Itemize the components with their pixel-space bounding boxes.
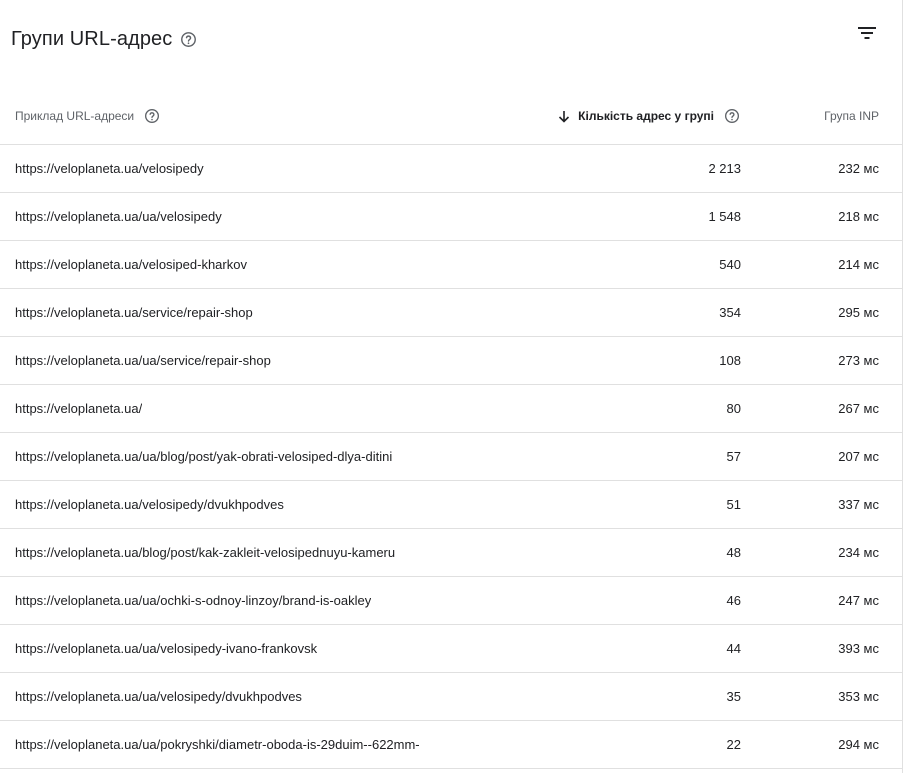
count-cell: 1 548 <box>708 209 741 224</box>
inp-cell: 337 мс <box>838 497 879 512</box>
column-header-url: Приклад URL-адреси <box>15 88 160 144</box>
table-row[interactable]: https://veloplaneta.ua/ua/service/repair… <box>0 337 903 385</box>
help-circle-icon[interactable] <box>724 108 740 124</box>
url-cell: https://veloplaneta.ua/blog/post/kak-zak… <box>15 545 396 560</box>
url-cell: https://veloplaneta.ua/velosipedy <box>15 161 204 176</box>
table-row[interactable]: https://veloplaneta.ua/service/repair-sh… <box>0 289 903 337</box>
count-cell: 46 <box>726 593 741 608</box>
inp-cell: 294 мс <box>838 737 879 752</box>
url-groups-card: Групи URL-адрес Приклад URL-адреси Кільк… <box>0 0 903 773</box>
table-row[interactable]: https://veloplaneta.ua/velosipedy/dvukhp… <box>0 481 903 529</box>
table-row[interactable]: https://veloplaneta.ua/velosipedy 2 213 … <box>0 145 903 193</box>
url-cell: https://veloplaneta.ua/ua/velosipedy <box>15 209 222 224</box>
table-row[interactable]: https://veloplaneta.ua/ua/velosipedy 1 5… <box>0 193 903 241</box>
inp-cell: 273 мс <box>838 353 879 368</box>
column-header-label: Приклад URL-адреси <box>15 109 135 123</box>
url-cell: https://veloplaneta.ua/ua/blog/post/yak-… <box>15 449 393 464</box>
count-cell: 540 <box>719 257 741 272</box>
table-row[interactable]: https://veloplaneta.ua/ua/pokryshki/diam… <box>0 721 903 769</box>
inp-cell: 247 мс <box>838 593 879 608</box>
column-header-label: Кількість адрес у групі <box>578 109 714 123</box>
table-row[interactable]: https://veloplaneta.ua/ua/blog/post/yak-… <box>0 433 903 481</box>
url-cell: https://veloplaneta.ua/ua/velosipedy/dvu… <box>15 689 302 704</box>
arrow-down-icon <box>558 110 570 123</box>
table-row[interactable]: https://veloplaneta.ua/blog/post/kak-zak… <box>0 529 903 577</box>
url-cell: https://veloplaneta.ua/velosipedy/dvukhp… <box>15 497 284 512</box>
filter-list-icon <box>857 25 877 46</box>
table-row[interactable]: https://veloplaneta.ua/velosiped-kharkov… <box>0 241 903 289</box>
url-cell: https://veloplaneta.ua/ua/pokryshki/diam… <box>15 737 420 752</box>
url-groups-table: Приклад URL-адреси Кількість адрес у гру… <box>0 88 903 769</box>
inp-cell: 207 мс <box>838 449 879 464</box>
url-cell: https://veloplaneta.ua/velosiped-kharkov <box>15 257 247 272</box>
card-header: Групи URL-адрес <box>11 26 197 52</box>
inp-cell: 232 мс <box>838 161 879 176</box>
table-row[interactable]: https://veloplaneta.ua/ua/velosipedy-iva… <box>0 625 903 673</box>
help-circle-icon[interactable] <box>180 31 197 48</box>
inp-cell: 393 мс <box>838 641 879 656</box>
url-cell: https://veloplaneta.ua/ua/service/repair… <box>15 353 271 368</box>
inp-cell: 234 мс <box>838 545 879 560</box>
inp-cell: 218 мс <box>838 209 879 224</box>
page-title: Групи URL-адрес <box>11 27 173 50</box>
url-cell: https://veloplaneta.ua/ <box>15 401 143 416</box>
inp-cell: 214 мс <box>838 257 879 272</box>
inp-cell: 295 мс <box>838 305 879 320</box>
count-cell: 51 <box>726 497 741 512</box>
table-row[interactable]: https://veloplaneta.ua/ 80 267 мс <box>0 385 903 433</box>
column-header-label: Група INP <box>824 109 879 123</box>
table-row[interactable]: https://veloplaneta.ua/ua/ochki-s-odnoy-… <box>0 577 903 625</box>
column-header-count[interactable]: Кількість адрес у групі <box>558 88 740 144</box>
count-cell: 44 <box>726 641 741 656</box>
count-cell: 35 <box>726 689 741 704</box>
url-cell: https://veloplaneta.ua/ua/velosipedy-iva… <box>15 641 318 656</box>
count-cell: 354 <box>719 305 741 320</box>
count-cell: 22 <box>726 737 741 752</box>
column-header-inp[interactable]: Група INP <box>824 88 879 144</box>
url-cell: https://veloplaneta.ua/service/repair-sh… <box>15 305 253 320</box>
url-cell: https://veloplaneta.ua/ua/ochki-s-odnoy-… <box>15 593 372 608</box>
count-cell: 108 <box>719 353 741 368</box>
inp-cell: 353 мс <box>838 689 879 704</box>
count-cell: 2 213 <box>708 161 741 176</box>
count-cell: 80 <box>726 401 741 416</box>
inp-cell: 267 мс <box>838 401 879 416</box>
help-circle-icon[interactable] <box>144 108 160 124</box>
filter-button[interactable] <box>852 20 882 50</box>
table-row[interactable]: https://veloplaneta.ua/ua/velosipedy/dvu… <box>0 673 903 721</box>
table-header: Приклад URL-адреси Кількість адрес у гру… <box>0 88 903 145</box>
table-body: https://veloplaneta.ua/velosipedy 2 213 … <box>0 145 903 769</box>
count-cell: 57 <box>726 449 741 464</box>
count-cell: 48 <box>726 545 741 560</box>
